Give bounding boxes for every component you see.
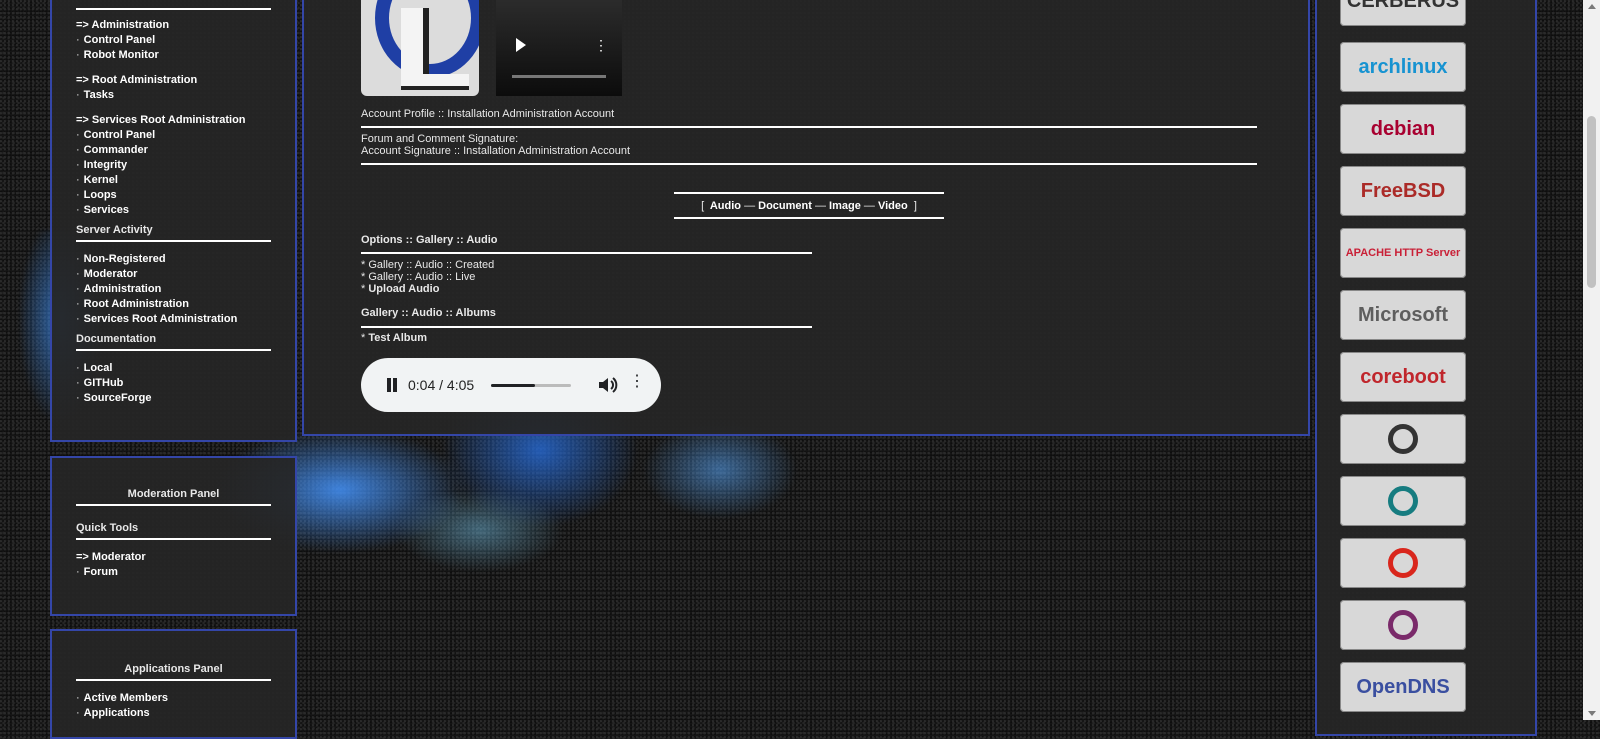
audio-player[interactable]: 0:04 / 4:05 ⋮	[361, 358, 661, 412]
quick-tools-heading: Quick Tools	[76, 516, 271, 540]
divider	[361, 252, 812, 254]
option-audio-live[interactable]: * Gallery :: Audio :: Live	[361, 271, 475, 283]
logo-cerberus[interactable]: CERBERUS	[1340, 0, 1466, 26]
signature-value: Account Signature :: Installation Admini…	[361, 145, 631, 157]
applications-panel-title: Applications Panel	[76, 657, 271, 681]
moderation-panel: Moderation Panel Quick Tools => Moderato…	[50, 456, 297, 616]
media-tab-video[interactable]: Video	[878, 200, 908, 212]
quick-tools-panel: => Administration · Control Panel · Robot …	[50, 0, 297, 442]
logo-archlinux[interactable]: archlinux	[1340, 42, 1466, 92]
root-item-tasks[interactable]: · Tasks	[76, 88, 271, 103]
page-scrollbar[interactable]	[1583, 0, 1600, 720]
main-content-panel: ⋮ Account Profile :: Installation Admini…	[302, 0, 1310, 436]
logo-lineageos[interactable]	[1340, 476, 1466, 526]
services-item-integrity[interactable]: · Integrity	[76, 158, 271, 173]
logo-tomato[interactable]	[1340, 538, 1466, 588]
activity-moderator[interactable]: · Moderator	[76, 267, 271, 282]
scrollbar-thumb[interactable]	[1587, 116, 1596, 288]
audio-time: 0:04 / 4:05	[408, 377, 475, 393]
services-item-kernel[interactable]: · Kernel	[76, 173, 271, 188]
option-audio-created[interactable]: * Gallery :: Audio :: Created	[361, 259, 494, 271]
activity-administration[interactable]: · Administration	[76, 282, 271, 297]
doc-github-link[interactable]: · GITHub	[76, 376, 271, 391]
scroll-up-icon[interactable]	[1588, 4, 1596, 9]
albums-heading: Gallery :: Audio :: Albums	[361, 307, 496, 319]
logo-apache-label: APACHE HTTP Server	[1345, 247, 1461, 259]
moderator-header-link[interactable]: => Moderator	[76, 550, 271, 565]
logo-debian[interactable]: debian	[1340, 104, 1466, 154]
logo-lotus-label	[1340, 600, 1466, 650]
logo-coreboot-label: coreboot	[1360, 365, 1446, 388]
services-item-services[interactable]: · Services	[76, 203, 271, 218]
logo-freebsd-label: FreeBSD	[1360, 179, 1446, 202]
audio-more-icon[interactable]: ⋮	[629, 374, 645, 390]
applications-item-applications[interactable]: · Applications	[76, 706, 271, 721]
server-activity-heading: Server Activity	[76, 218, 271, 242]
logo-microsoft-label: Microsoft	[1358, 303, 1448, 326]
audio-seek-bar[interactable]	[491, 384, 571, 387]
album-test-link[interactable]: * Test Album	[361, 332, 427, 344]
logo-dots-arrow[interactable]	[1340, 414, 1466, 464]
activity-non-registered[interactable]: · Non-Registered	[76, 252, 271, 267]
lotus-icon	[1388, 610, 1418, 640]
dots-arrow-icon	[1388, 424, 1418, 454]
logo-dots-arrow-label	[1340, 414, 1466, 464]
pause-icon[interactable]	[385, 378, 399, 392]
lineageos-icon	[1388, 486, 1418, 516]
logo-microsoft[interactable]: Microsoft	[1340, 290, 1466, 340]
account-profile-text: Account Profile :: Installation Administ…	[361, 108, 615, 120]
documentation-heading: Documentation	[76, 327, 271, 351]
logo-freebsd[interactable]: FreeBSD	[1340, 166, 1466, 216]
media-tab-audio[interactable]: Audio	[710, 200, 741, 212]
divider	[361, 126, 1257, 128]
admin-header-link[interactable]: => Administration	[76, 18, 271, 33]
admin-item-control-panel[interactable]: · Control Panel	[76, 33, 271, 48]
audio-seek-fill	[491, 384, 535, 387]
play-icon[interactable]	[516, 38, 526, 52]
tomato-icon	[1388, 548, 1418, 578]
avatar-image[interactable]	[361, 0, 479, 96]
upload-audio-link[interactable]: * Upload Audio	[361, 283, 439, 295]
logo-lineageos-label	[1340, 476, 1466, 526]
applications-panel: Applications Panel · Active Members · Appl…	[50, 629, 297, 739]
services-item-commander[interactable]: · Commander	[76, 143, 271, 158]
services-item-control-panel[interactable]: · Control Panel	[76, 128, 271, 143]
scroll-down-icon[interactable]	[1588, 711, 1596, 716]
services-header-link[interactable]: => Services Root Administration	[76, 113, 271, 128]
moderation-panel-title: Moderation Panel	[76, 482, 271, 506]
logo-lotus[interactable]	[1340, 600, 1466, 650]
root-header-link[interactable]: => Root Administration	[76, 73, 271, 88]
activity-services-root-administration[interactable]: · Services Root Administration	[76, 312, 271, 327]
logo-cerberus-label: CERBERUS	[1346, 0, 1460, 12]
video-more-icon[interactable]: ⋮	[594, 38, 608, 52]
services-item-loops[interactable]: · Loops	[76, 188, 271, 203]
divider	[361, 326, 812, 328]
doc-local-link[interactable]: · Local	[76, 361, 271, 376]
volume-icon[interactable]	[597, 376, 619, 394]
signature-label: Forum and Comment Signature:	[361, 133, 519, 145]
moderation-item-forum[interactable]: · Forum	[76, 565, 271, 580]
activity-root-administration[interactable]: · Root Administration	[76, 297, 271, 312]
logo-debian-label: debian	[1370, 117, 1436, 140]
media-type-nav: [ Audio — Document — Image — Video ]	[674, 192, 944, 219]
logo-archlinux-label: archlinux	[1358, 55, 1448, 78]
logo-coreboot[interactable]: coreboot	[1340, 352, 1466, 402]
applications-item-active-members[interactable]: · Active Members	[76, 691, 271, 706]
logo-opendns[interactable]: OpenDNS	[1340, 662, 1466, 712]
media-tab-image[interactable]: Image	[829, 200, 861, 212]
video-player[interactable]: ⋮	[496, 0, 622, 96]
options-heading: Options :: Gallery :: Audio	[361, 234, 498, 246]
logo-tomato-label	[1340, 538, 1466, 588]
admin-item-robot-monitor[interactable]: · Robot Monitor	[76, 48, 271, 63]
video-progress-track[interactable]	[512, 75, 606, 78]
logo-opendns-label: OpenDNS	[1356, 675, 1450, 698]
divider	[361, 163, 1257, 165]
logo-apache[interactable]: APACHE HTTP Server	[1340, 228, 1466, 278]
media-tab-document[interactable]: Document	[758, 200, 812, 212]
doc-sourceforge-link[interactable]: · SourceForge	[76, 391, 271, 406]
partner-logos-panel: CERBERUS archlinux debian FreeBSD APACHE HTT…	[1315, 0, 1537, 736]
